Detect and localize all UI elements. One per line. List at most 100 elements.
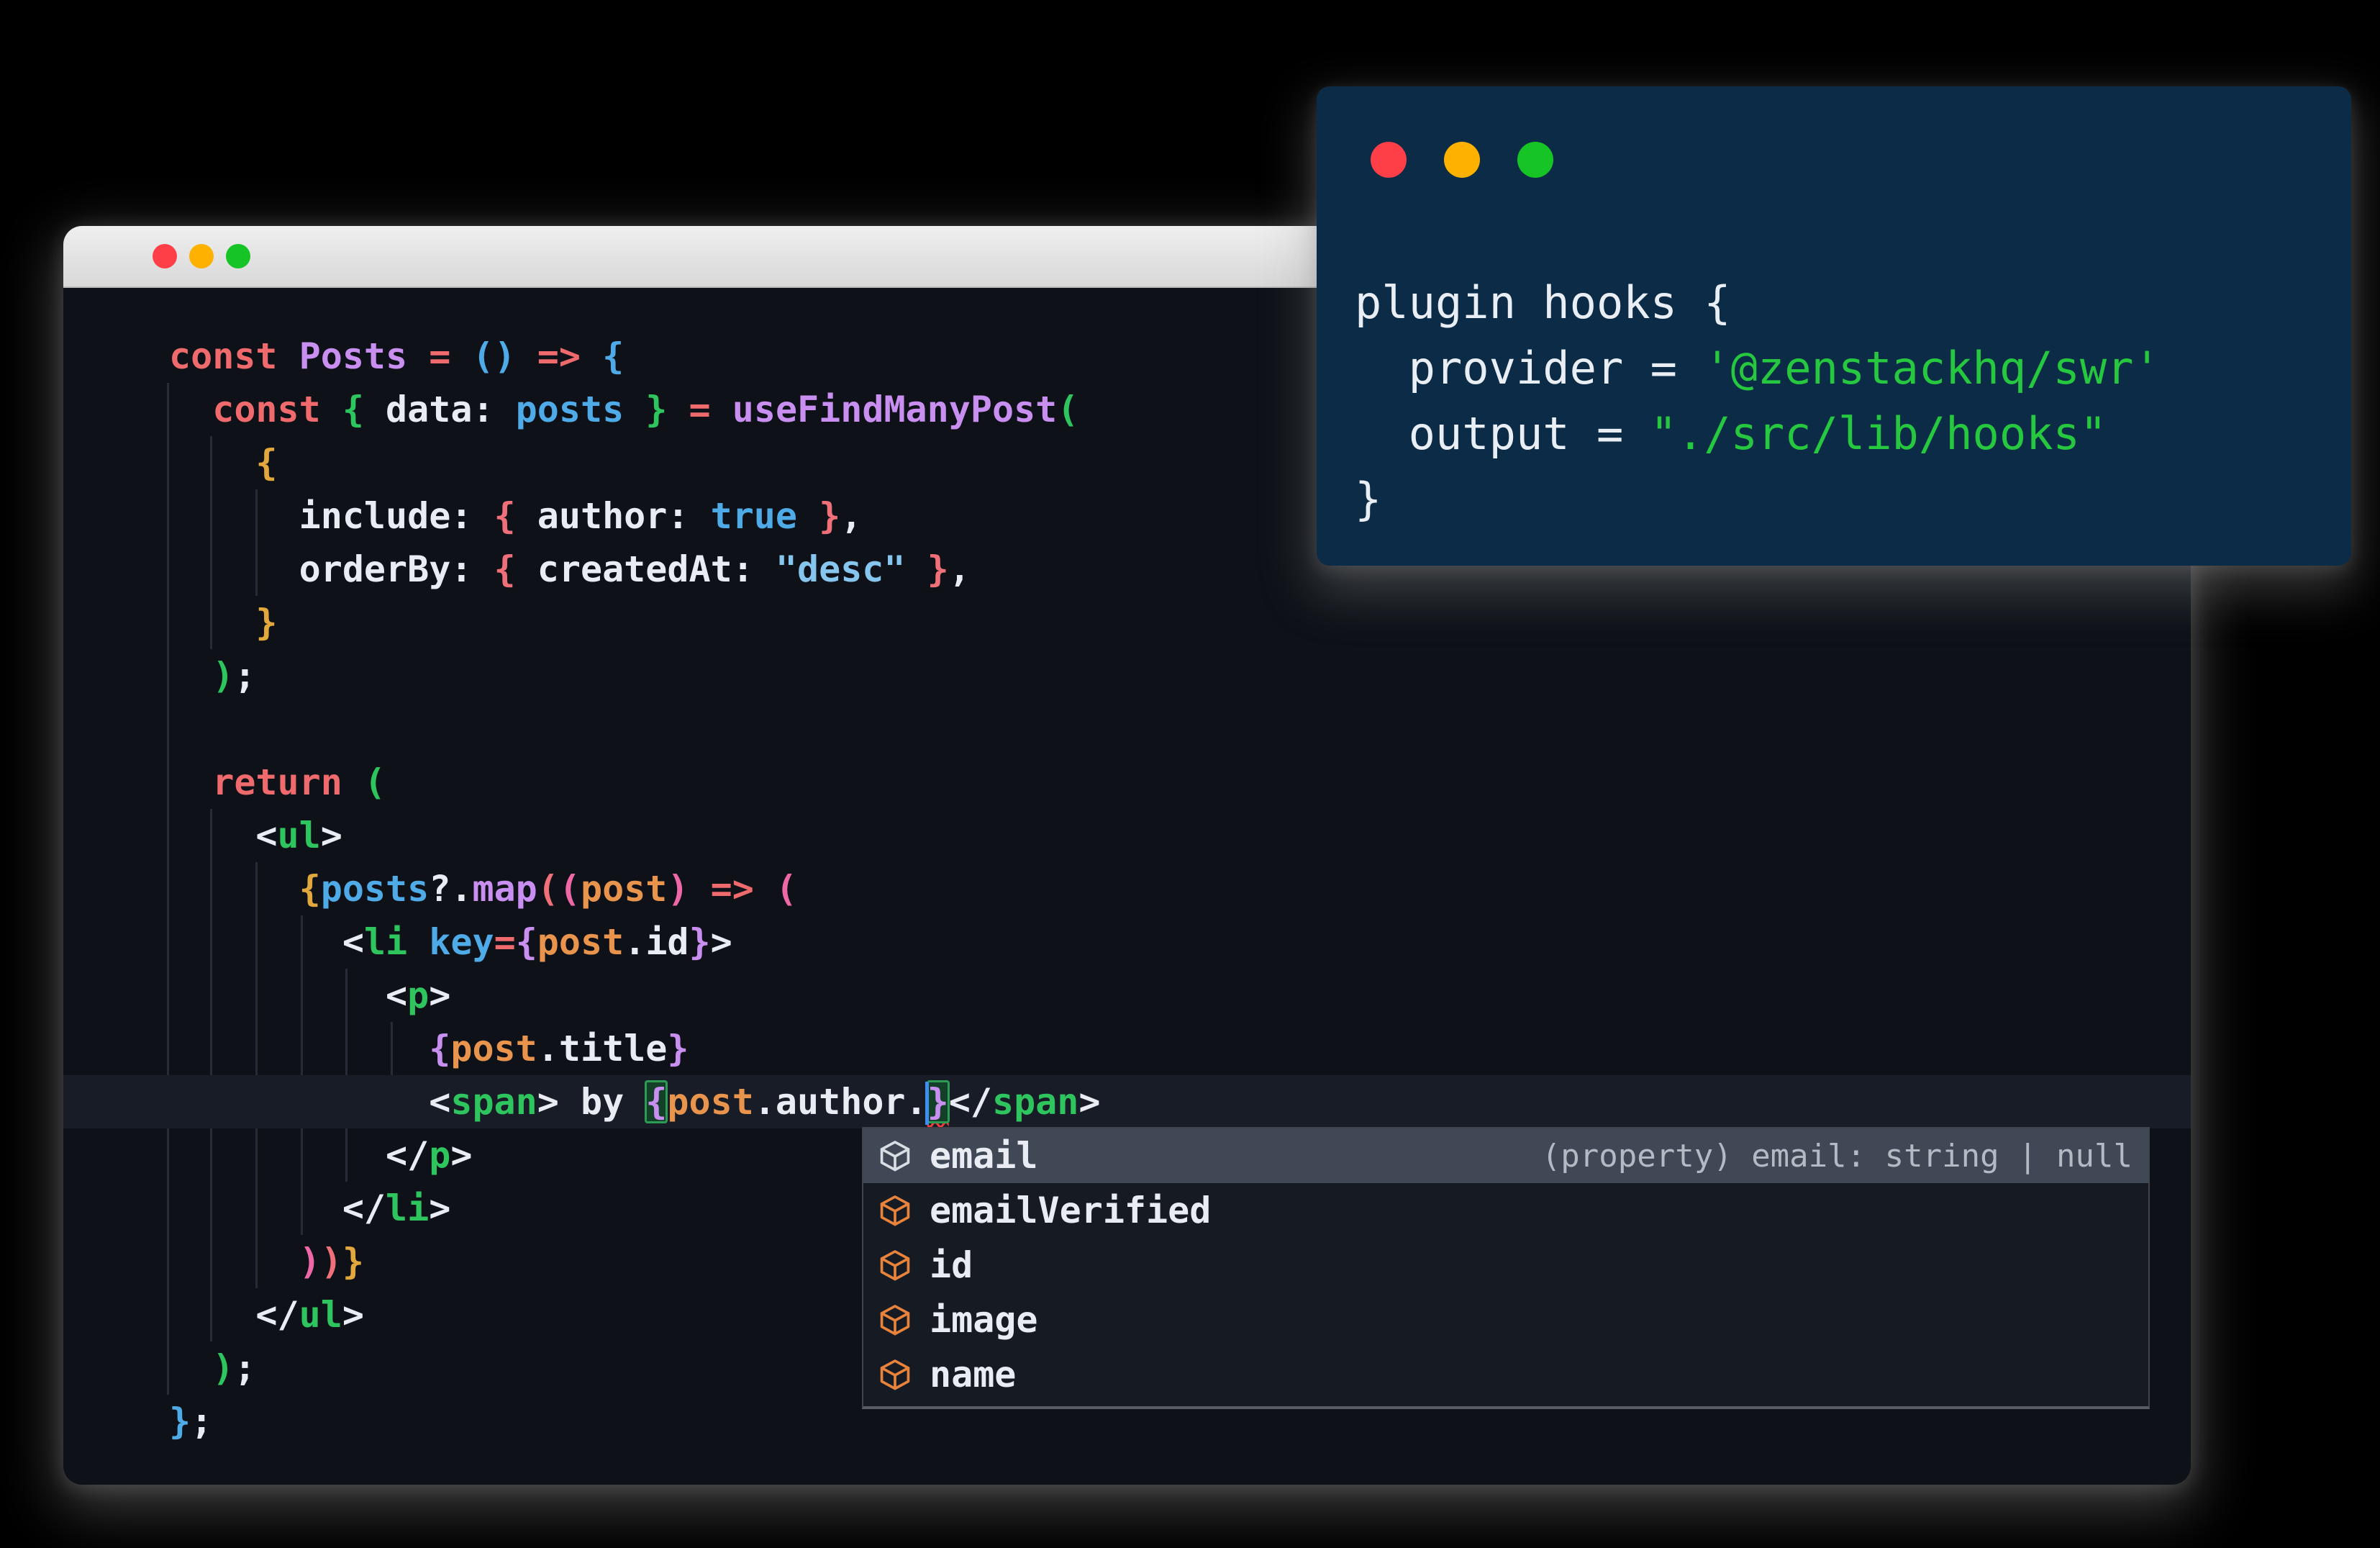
code-token: </ bbox=[169, 1294, 299, 1336]
code-line[interactable]: } bbox=[63, 596, 2191, 649]
code-token: span bbox=[450, 1081, 537, 1123]
schema-token: plugin hooks { bbox=[1355, 276, 1731, 329]
code-token: , bbox=[840, 495, 863, 537]
code-line[interactable] bbox=[63, 702, 2191, 756]
code-token: > bbox=[429, 1187, 451, 1229]
field-cube-icon bbox=[880, 1250, 910, 1281]
code-token: > bbox=[342, 1294, 364, 1336]
autocomplete-popup: email (property) email: string | null emai… bbox=[862, 1127, 2150, 1409]
code-token: = bbox=[429, 335, 451, 377]
code-line[interactable]: <span> by {post.author.}</span> bbox=[63, 1075, 2191, 1128]
code-token: p bbox=[429, 1134, 451, 1176]
code-token: { bbox=[299, 868, 321, 910]
schema-line: } bbox=[1355, 466, 2161, 532]
code-token: < bbox=[169, 921, 364, 963]
code-token: posts bbox=[515, 389, 624, 430]
code-token: post bbox=[450, 1028, 537, 1069]
code-line[interactable]: <p> bbox=[63, 969, 2191, 1022]
code-token: ( bbox=[1057, 389, 1079, 430]
close-button[interactable] bbox=[153, 244, 177, 268]
field-cube-icon bbox=[880, 1195, 910, 1226]
code-line[interactable]: {post.title} bbox=[63, 1022, 2191, 1075]
code-token: > bbox=[1078, 1081, 1101, 1123]
code-token: => bbox=[710, 868, 754, 910]
code-token: > by bbox=[537, 1081, 646, 1123]
code-line[interactable]: ); bbox=[63, 649, 2191, 702]
schema-code[interactable]: plugin hooks { provider = '@zenstackhq/s… bbox=[1355, 270, 2161, 532]
code-token: { bbox=[255, 442, 278, 484]
code-token: </ bbox=[948, 1081, 992, 1123]
code-token: ) bbox=[212, 1347, 235, 1389]
code-token: , bbox=[948, 548, 971, 590]
field-cube-icon bbox=[880, 1359, 910, 1390]
code-token: } bbox=[342, 1241, 364, 1282]
code-token: } bbox=[926, 1080, 950, 1123]
code-token: li bbox=[386, 1187, 430, 1229]
schema-line: output = "./src/lib/hooks" bbox=[1355, 401, 2161, 466]
code-token: .title bbox=[537, 1028, 668, 1069]
code-token: const bbox=[212, 389, 342, 430]
schema-window: plugin hooks { provider = '@zenstackhq/s… bbox=[1317, 86, 2351, 566]
autocomplete-item-email[interactable]: email (property) email: string | null bbox=[863, 1128, 2148, 1183]
text-cursor bbox=[925, 1081, 930, 1125]
code-token: .author. bbox=[753, 1081, 927, 1123]
zoom-button[interactable] bbox=[226, 244, 250, 268]
schema-token: '@zenstackhq/swr' bbox=[1704, 342, 2161, 394]
code-token: => bbox=[537, 335, 581, 377]
code-token: { bbox=[342, 389, 364, 430]
code-token: { bbox=[602, 335, 624, 377]
code-line[interactable]: return ( bbox=[63, 756, 2191, 809]
code-token: } bbox=[689, 921, 711, 963]
code-token: ( bbox=[775, 868, 798, 910]
code-token: createdAt: bbox=[515, 548, 776, 590]
code-token: post bbox=[581, 868, 668, 910]
code-token: } bbox=[927, 548, 949, 590]
code-token: ( bbox=[537, 868, 559, 910]
code-token: map bbox=[472, 868, 537, 910]
minimize-button[interactable] bbox=[1444, 142, 1480, 178]
autocomplete-item-image[interactable]: image bbox=[863, 1293, 2148, 1347]
minimize-button[interactable] bbox=[189, 244, 214, 268]
autocomplete-item-label: image bbox=[930, 1299, 1038, 1341]
code-token: ( bbox=[558, 868, 581, 910]
code-token: > bbox=[450, 1134, 473, 1176]
schema-titlebar[interactable] bbox=[1371, 142, 1591, 178]
code-token: } bbox=[667, 1028, 689, 1069]
autocomplete-item-id[interactable]: id bbox=[863, 1238, 2148, 1293]
code-token: </ bbox=[169, 1187, 386, 1229]
code-line[interactable]: <li key={post.id}> bbox=[63, 915, 2191, 969]
code-token: </ bbox=[169, 1134, 430, 1176]
autocomplete-item-label: id bbox=[930, 1244, 973, 1286]
autocomplete-item-emailVerified[interactable]: emailVerified bbox=[863, 1183, 2148, 1238]
code-token: posts bbox=[320, 868, 430, 910]
zoom-button[interactable] bbox=[1517, 142, 1553, 178]
code-token: ) bbox=[299, 1241, 321, 1282]
code-line[interactable]: <ul> bbox=[63, 809, 2191, 862]
code-token: Posts bbox=[299, 335, 408, 377]
desktop: const Posts = () => { const { data: post… bbox=[0, 0, 2380, 1548]
close-button[interactable] bbox=[1371, 142, 1407, 178]
code-line[interactable]: {posts?.map((post) => ( bbox=[63, 862, 2191, 915]
code-token: post bbox=[537, 921, 624, 963]
code-token: > bbox=[429, 974, 451, 1016]
code-token: } bbox=[169, 1400, 191, 1442]
code-token: } bbox=[819, 495, 841, 537]
autocomplete-item-name[interactable]: name bbox=[863, 1347, 2148, 1402]
code-token: ; bbox=[234, 655, 256, 697]
code-token: .id bbox=[624, 921, 689, 963]
code-token: true bbox=[710, 495, 798, 537]
code-token: { bbox=[645, 1080, 668, 1123]
schema-token: provider = bbox=[1355, 342, 1704, 394]
